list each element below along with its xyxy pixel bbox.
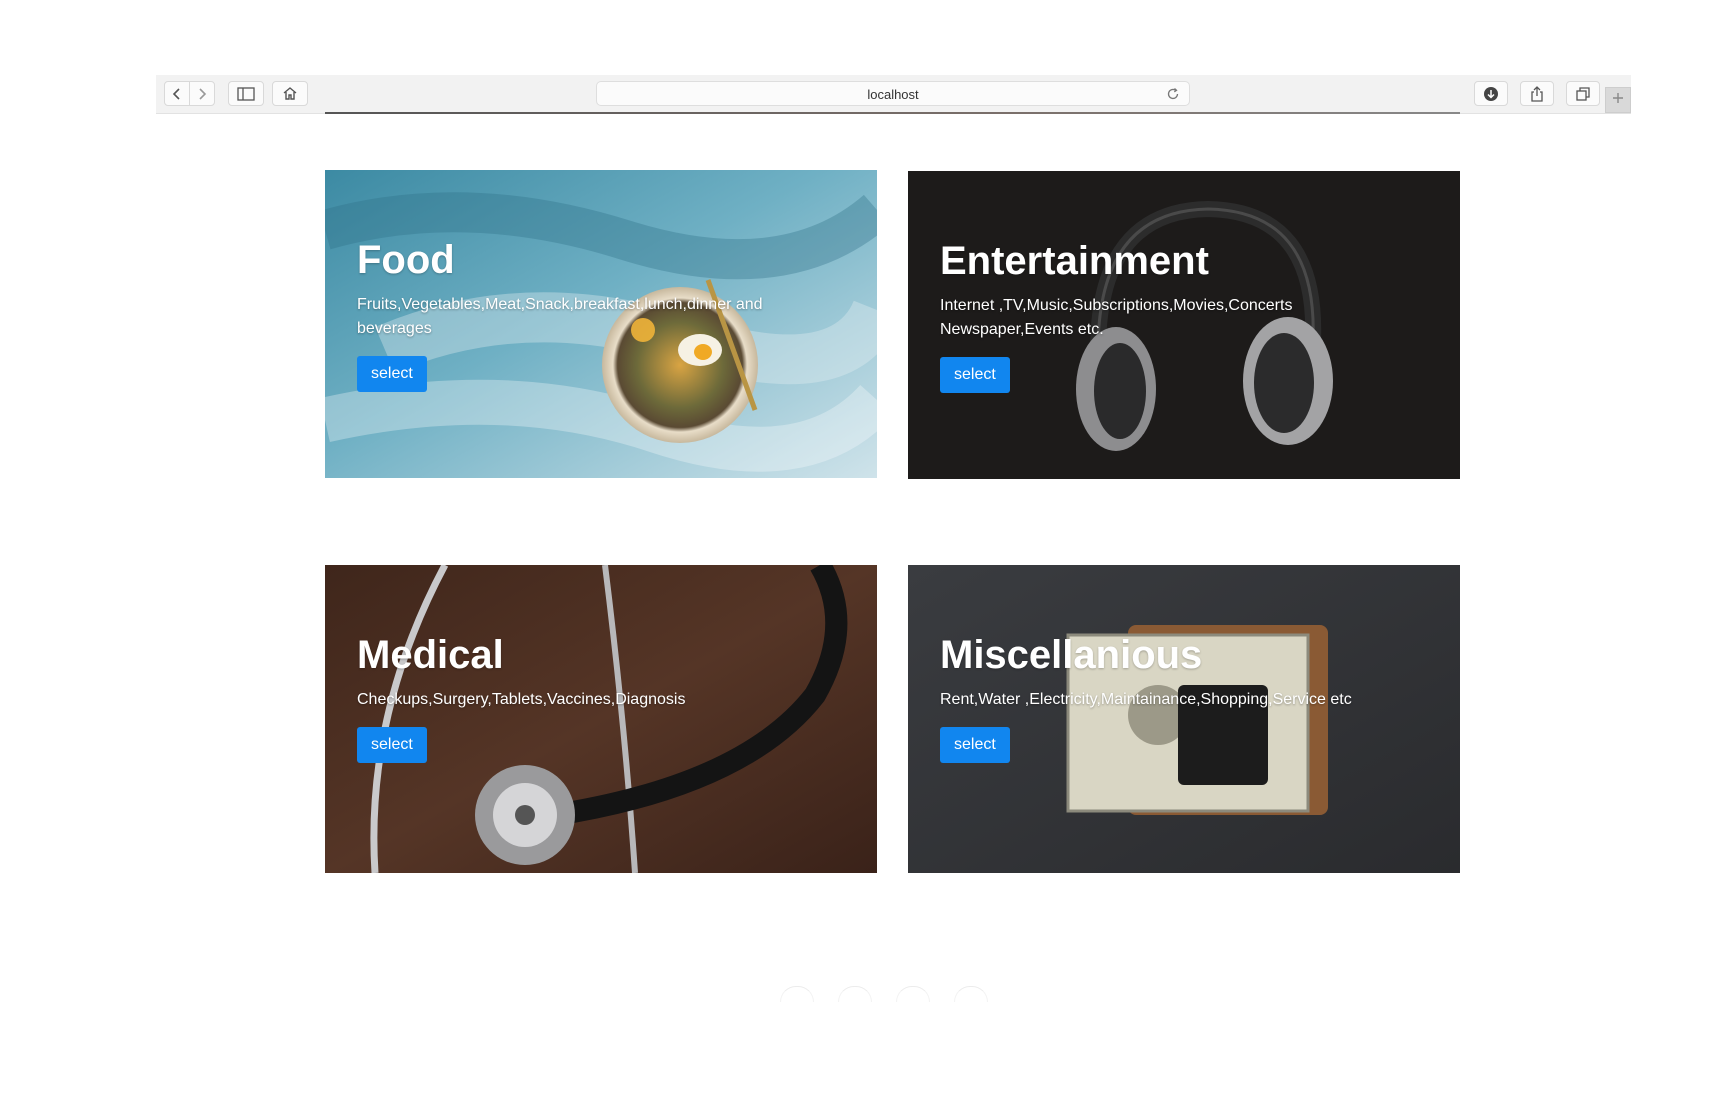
back-button[interactable] <box>164 81 190 106</box>
sidebar-button[interactable] <box>228 81 264 106</box>
sidebar-icon <box>237 86 255 101</box>
pagination-dot[interactable] <box>780 986 814 1002</box>
card-title: Miscellanious <box>940 633 1203 677</box>
home-button[interactable] <box>272 81 308 106</box>
card-description: Checkups,Surgery,Tablets,Vaccines,Diagno… <box>357 691 686 708</box>
address-text: localhost <box>867 87 919 102</box>
tabs-overview-button[interactable] <box>1566 81 1600 106</box>
card-title: Entertainment <box>940 239 1209 283</box>
category-card-medical: Medical Checkups,Surgery,Tablets,Vaccine… <box>325 565 877 873</box>
pagination-dot[interactable] <box>838 986 872 1002</box>
forward-button[interactable] <box>189 81 215 106</box>
download-icon <box>1483 86 1499 102</box>
share-icon <box>1530 85 1544 102</box>
category-card-entertainment: Entertainment Internet ,TV,Music,Subscri… <box>908 171 1460 479</box>
plus-icon <box>1612 91 1624 109</box>
select-food-button[interactable]: select <box>357 356 427 392</box>
tabs-icon <box>1576 86 1590 101</box>
card-body: Medical Checkups,Surgery,Tablets,Vaccine… <box>357 631 857 763</box>
home-icon <box>282 86 298 101</box>
card-title: Food <box>357 238 455 282</box>
pagination-dot[interactable] <box>954 986 988 1002</box>
select-entertainment-button[interactable]: select <box>940 357 1010 393</box>
card-description: Fruits,Vegetables,Meat,Snack,breakfast,l… <box>357 296 763 337</box>
card-body: Food Fruits,Vegetables,Meat,Snack,breakf… <box>357 236 857 392</box>
download-button[interactable] <box>1474 81 1508 106</box>
reload-icon[interactable] <box>1165 86 1181 102</box>
category-card-food: Food Fruits,Vegetables,Meat,Snack,breakf… <box>325 170 877 478</box>
select-miscellanious-button[interactable]: select <box>940 727 1010 763</box>
header-divider <box>325 112 1460 114</box>
card-body: Entertainment Internet ,TV,Music,Subscri… <box>940 237 1440 393</box>
select-medical-button[interactable]: select <box>357 727 427 763</box>
category-card-miscellanious: Miscellanious Rent,Water ,Electricity,Ma… <box>908 565 1460 873</box>
pagination <box>780 986 988 1002</box>
new-tab-button[interactable] <box>1605 87 1631 113</box>
card-title: Medical <box>357 633 504 677</box>
address-bar[interactable]: localhost <box>596 81 1190 106</box>
pagination-dot[interactable] <box>896 986 930 1002</box>
card-description: Internet ,TV,Music,Subscriptions,Movies,… <box>940 297 1293 338</box>
chevron-right-icon <box>197 87 207 101</box>
browser-toolbar: localhost <box>156 75 1631 114</box>
chevron-left-icon <box>172 87 182 101</box>
card-body: Miscellanious Rent,Water ,Electricity,Ma… <box>940 631 1440 763</box>
share-button[interactable] <box>1520 81 1554 106</box>
card-description: Rent,Water ,Electricity,Maintainance,Sho… <box>940 691 1352 708</box>
